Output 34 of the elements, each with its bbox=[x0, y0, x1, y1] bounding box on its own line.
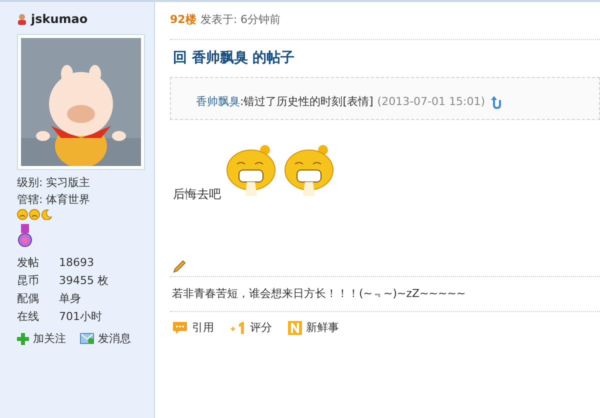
stat-value: 701小时 bbox=[59, 309, 103, 325]
quote-text: :错过了历史性的时刻[表情] bbox=[240, 94, 374, 109]
plus-one-icon bbox=[230, 320, 246, 334]
stat-label: 在线 bbox=[17, 309, 40, 325]
stat-label: 配偶 bbox=[17, 291, 40, 307]
floor-number: 92楼 bbox=[170, 13, 196, 26]
post-title: 回 香帅飘臭 的帖子 bbox=[172, 49, 296, 68]
username[interactable]: jskumao bbox=[31, 12, 88, 26]
stat-value: 18693 bbox=[59, 255, 95, 271]
user-icon bbox=[17, 13, 27, 25]
post-action-link[interactable]: 新鲜事 bbox=[306, 320, 339, 335]
user-action-link[interactable]: 发消息 bbox=[98, 331, 131, 346]
post-text: 后悔去吧 bbox=[173, 186, 221, 203]
moon-icon bbox=[41, 209, 52, 220]
stat-label: 发帖 bbox=[17, 255, 40, 271]
stat-value: 39455 枚 bbox=[59, 273, 110, 289]
user-info: 级别: 实习版主 bbox=[17, 175, 92, 191]
user-action-link[interactable]: 加关注 bbox=[33, 331, 66, 346]
medal-icon bbox=[18, 224, 32, 248]
plus-icon bbox=[17, 332, 29, 344]
quote-author-link[interactable]: 香帅飘臭 bbox=[196, 94, 240, 109]
user-info: 管辖: 体育世界 bbox=[17, 192, 92, 208]
stat-value: 单身 bbox=[59, 291, 82, 307]
pencil-icon bbox=[172, 260, 186, 274]
letter-n-icon bbox=[288, 320, 302, 334]
post-time: 发表于: 6分钟前 bbox=[200, 13, 281, 26]
return-arrow-icon bbox=[489, 94, 504, 108]
signature-text: 若非青春苦短，谁会想来日方长！！！(~﹃~)~zZ~~~~~ bbox=[170, 276, 600, 311]
speech-bubble-icon bbox=[172, 320, 188, 334]
stat-label: 昆币 bbox=[17, 273, 40, 289]
post-action-link[interactable]: 引用 bbox=[192, 320, 214, 335]
quote-time: (2013-07-01 15:01) bbox=[377, 95, 486, 108]
post-action-link[interactable]: 评分 bbox=[250, 320, 272, 335]
envelope-icon bbox=[80, 333, 94, 344]
